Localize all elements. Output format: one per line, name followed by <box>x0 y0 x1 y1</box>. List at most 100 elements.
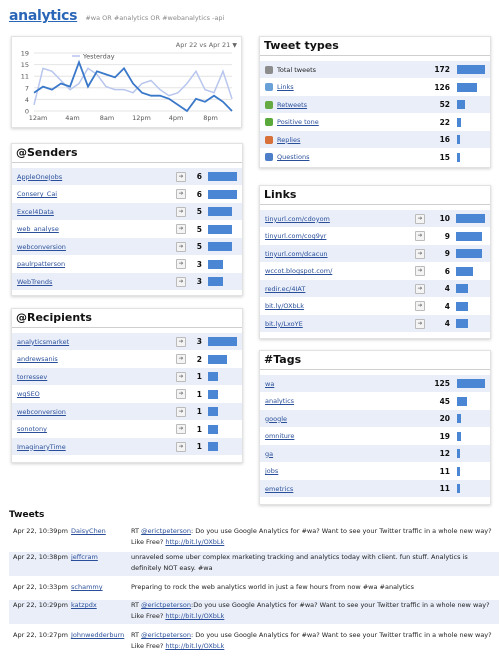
arrow-right-icon[interactable]: ➜ <box>176 441 186 452</box>
links-panel: Links tinyurl.com/cdoyom ➜ 10 tinyurl.com/c… <box>259 185 491 339</box>
tags-row-label[interactable]: google <box>265 415 287 423</box>
recipients-row-bar <box>208 337 237 346</box>
links-row-count: 10 <box>439 214 450 223</box>
links-row-label[interactable]: wccot.blogspot.com/ <box>265 267 332 275</box>
arrow-right-icon[interactable]: ➜ <box>176 171 186 182</box>
tweet_types-row-bar <box>457 152 460 162</box>
links-row-label[interactable]: redir.ec/4IAT <box>265 285 305 293</box>
tags-row: google 20 <box>260 410 490 427</box>
arrow-right-icon[interactable]: ➜ <box>176 389 186 399</box>
arrow-right-icon[interactable]: ➜ <box>415 231 425 241</box>
recipients-row-label[interactable]: torressev <box>17 373 47 381</box>
tweet-user-link[interactable]: DaisyChen <box>71 526 106 537</box>
tags-row: emetrics 11 <box>260 480 490 497</box>
arrow-right-icon[interactable]: ➜ <box>415 266 425 276</box>
tweet-text-part: RT <box>131 631 142 639</box>
tags-row: ga 12 <box>260 445 490 462</box>
arrow-right-icon[interactable]: ➜ <box>176 336 186 347</box>
tags-row-label[interactable]: wa <box>265 380 274 388</box>
recipients-row-label[interactable]: andrewsanis <box>17 355 58 363</box>
tags-row: omniture 19 <box>260 428 490 445</box>
links-row-count: 4 <box>444 319 450 328</box>
senders-row-label[interactable]: webconversion <box>17 243 66 251</box>
tags-row-label[interactable]: emetrics <box>265 485 293 493</box>
tags-row-label[interactable]: jobs <box>265 467 278 475</box>
recipients-row-label[interactable]: webconversion <box>17 408 66 416</box>
senders-row-label[interactable]: Consery_Cai <box>17 190 57 198</box>
recipients-row-label[interactable]: sonotony <box>17 425 47 433</box>
tweet_types-row-label[interactable]: Total tweets <box>277 66 316 74</box>
arrow-right-icon[interactable]: ➜ <box>415 248 425 259</box>
senders-row-label[interactable]: WebTrends <box>17 278 52 286</box>
links-title: Links <box>260 186 490 205</box>
url-link[interactable]: http://bit.ly/OXbLk <box>165 642 224 650</box>
url-link[interactable]: http://bit.ly/OXbLk <box>165 612 224 620</box>
links-row-label[interactable]: bit.ly/OXbLk <box>265 302 304 310</box>
tweet_types-row-label[interactable]: Links <box>277 83 294 91</box>
arrow-right-icon[interactable]: ➜ <box>176 241 186 252</box>
tweet-user-link[interactable]: katzpdx <box>71 600 97 611</box>
tweet-row: Apr 22, 10:38pm jeffcram unraveled some ub… <box>9 552 499 576</box>
arrow-right-icon[interactable]: ➜ <box>415 318 425 329</box>
y-tick-label: 11 <box>21 73 29 81</box>
tweet_types-row-label[interactable]: Questions <box>277 153 309 161</box>
arrow-right-icon[interactable]: ➜ <box>176 206 186 217</box>
arrow-right-icon[interactable]: ➜ <box>176 371 186 382</box>
tweet_types-row-count: 52 <box>439 100 450 109</box>
tags-row-count: 11 <box>439 466 450 476</box>
tweet-user-link[interactable]: Johnwedderburn <box>71 630 124 641</box>
tweet-user-link[interactable]: schammy <box>71 582 103 593</box>
arrow-right-icon[interactable]: ➜ <box>176 354 186 364</box>
recipients-row: wgSEO ➜ 1 <box>12 386 242 403</box>
tweet_types-row: Total tweets 172 <box>260 61 490 78</box>
senders-row-label[interactable]: Excel4Data <box>17 208 54 216</box>
arrow-right-icon[interactable]: ➜ <box>415 213 425 224</box>
tags-row-label[interactable]: ga <box>265 450 273 458</box>
links-row-label[interactable]: bit.ly/LxoYE <box>265 320 303 328</box>
arrow-right-icon[interactable]: ➜ <box>176 189 186 199</box>
links-row-bar <box>456 249 482 258</box>
x-tick-label: 4pm <box>169 114 184 122</box>
senders-row-label[interactable]: paulrpatterson <box>17 260 65 268</box>
tweet_types-row-label[interactable]: Retweets <box>277 101 307 109</box>
recipients-row-label[interactable]: analyticsmarket <box>17 338 69 346</box>
senders-row-bar <box>208 277 223 286</box>
links-row-label[interactable]: tinyurl.com/dcacun <box>265 250 328 258</box>
links-row-label[interactable]: tinyurl.com/cog9yr <box>265 232 326 240</box>
recipients-row-label[interactable]: ImaginaryTime <box>17 443 66 451</box>
senders-row-label[interactable]: web_analyse <box>17 225 59 233</box>
senders-row-label[interactable]: AppleOneJobs <box>17 173 62 181</box>
tags-row-count: 45 <box>439 396 450 406</box>
arrow-right-icon[interactable]: ➜ <box>176 276 186 287</box>
senders-row: web_analyse ➜ 5 <box>12 221 242 238</box>
tags-title: #Tags <box>260 351 490 370</box>
tags-row-label[interactable]: omniture <box>265 432 294 440</box>
arrow-right-icon[interactable]: ➜ <box>415 283 425 294</box>
url-link[interactable]: http://bit.ly/OXbLk <box>165 538 224 546</box>
arrow-right-icon[interactable]: ➜ <box>176 224 186 234</box>
recipients-row-label[interactable]: wgSEO <box>17 390 40 398</box>
links-row: redir.ec/4IAT ➜ 4 <box>260 280 490 297</box>
tags-row-label[interactable]: analytics <box>265 397 294 405</box>
tweet-user-link[interactable]: jeffcram <box>71 552 98 563</box>
tweet_types-row-label[interactable]: Positive tone <box>277 118 319 126</box>
mention-link[interactable]: @erictpeterson <box>141 631 191 639</box>
senders-row: Excel4Data ➜ 5 <box>12 203 242 220</box>
total-icon <box>265 65 273 74</box>
senders-row-count: 5 <box>196 242 202 251</box>
mention-link[interactable]: @erictpeterson <box>141 601 191 609</box>
arrow-right-icon[interactable]: ➜ <box>415 301 425 311</box>
links-row-label[interactable]: tinyurl.com/cdoyom <box>265 215 330 223</box>
mention-link[interactable]: @erictpeterson <box>141 527 191 535</box>
tweet-text: Preparing to rock the web analytics worl… <box>131 582 496 593</box>
search-query: #wa OR #analytics OR #webanalytics -api <box>85 14 225 22</box>
app-title[interactable]: analytics <box>9 8 78 24</box>
tweet_types-row-label[interactable]: Replies <box>277 136 300 144</box>
tweet_types-row-bar <box>457 117 461 127</box>
arrow-right-icon[interactable]: ➜ <box>176 406 186 417</box>
senders-row-bar <box>208 189 237 199</box>
tags-row-count: 11 <box>439 484 450 493</box>
x-tick-label: 8pm <box>203 114 218 122</box>
arrow-right-icon[interactable]: ➜ <box>176 424 186 434</box>
arrow-right-icon[interactable]: ➜ <box>176 259 186 269</box>
